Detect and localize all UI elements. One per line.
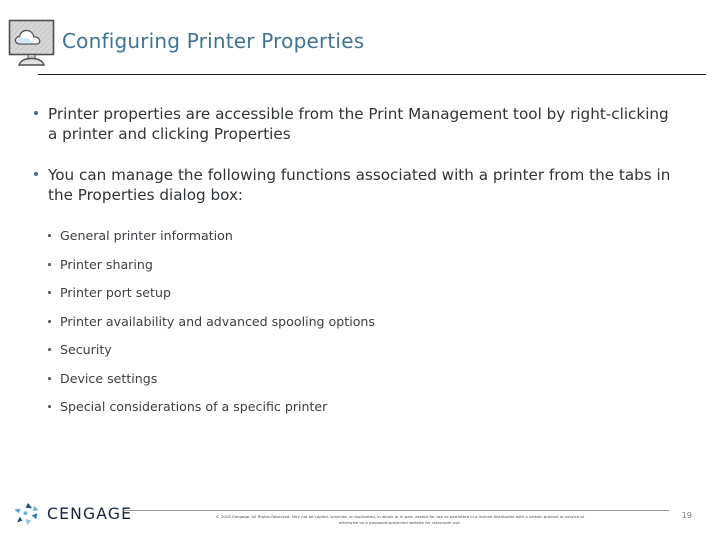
sub-bullet-marker-icon [48, 376, 51, 380]
sub-bullet-marker-icon [48, 348, 51, 352]
cengage-logo: CENGAGE [12, 500, 132, 528]
monitor-cloud-icon [7, 18, 61, 70]
sub-bullet-list: General printer information Printer shar… [0, 228, 720, 414]
page-title: Configuring Printer Properties [62, 29, 365, 53]
bullet-text: You can manage the following functions a… [48, 165, 671, 205]
bullet-item: You can manage the following functions a… [34, 165, 680, 206]
sub-bullet-marker-icon [48, 319, 51, 323]
list-item: General printer information [0, 228, 720, 243]
sub-bullet-marker-icon [48, 262, 51, 266]
list-item: Printer availability and advanced spooli… [0, 314, 720, 329]
list-item-label: Printer port setup [60, 285, 171, 301]
slide-footer: CENGAGE © 2018 Cengage. All Rights Reser… [0, 494, 720, 540]
slide: Configuring Printer Properties Printer p… [0, 0, 720, 540]
list-item-label: Device settings [60, 370, 158, 386]
list-item: Printer port setup [0, 285, 720, 300]
list-item-label: General printer information [60, 228, 233, 244]
bullet-item: Printer properties are accessible from t… [34, 104, 680, 145]
list-item-label: Printer availability and advanced spooli… [60, 313, 375, 329]
footer-divider [123, 510, 669, 511]
slide-header: Configuring Printer Properties [0, 0, 720, 84]
sub-bullet-marker-icon [48, 405, 51, 409]
list-item: Security [0, 342, 720, 357]
page-number: 19 [681, 510, 692, 520]
cengage-wordmark: CENGAGE [47, 505, 133, 523]
header-divider [38, 74, 706, 75]
copyright-line-2: otherwise on a password-protected websit… [339, 520, 461, 526]
list-item: Device settings [0, 371, 720, 386]
sub-bullet-marker-icon [48, 234, 51, 238]
cengage-pinwheel-icon [12, 500, 42, 528]
list-item: Printer sharing [0, 257, 720, 272]
bullet-text: Printer properties are accessible from t… [48, 105, 669, 144]
slide-content: Printer properties are accessible from t… [0, 104, 720, 428]
bullet-marker-icon [34, 171, 38, 176]
list-item-label: Printer sharing [60, 256, 153, 272]
list-item-label: Security [60, 342, 112, 358]
bullet-marker-icon [34, 111, 38, 115]
copyright-notice: © 2018 Cengage. All Rights Reserved. May… [130, 514, 670, 526]
sub-bullet-marker-icon [48, 291, 51, 295]
list-item: Special considerations of a specific pri… [0, 399, 720, 414]
list-item-label: Special considerations of a specific pri… [60, 399, 328, 415]
